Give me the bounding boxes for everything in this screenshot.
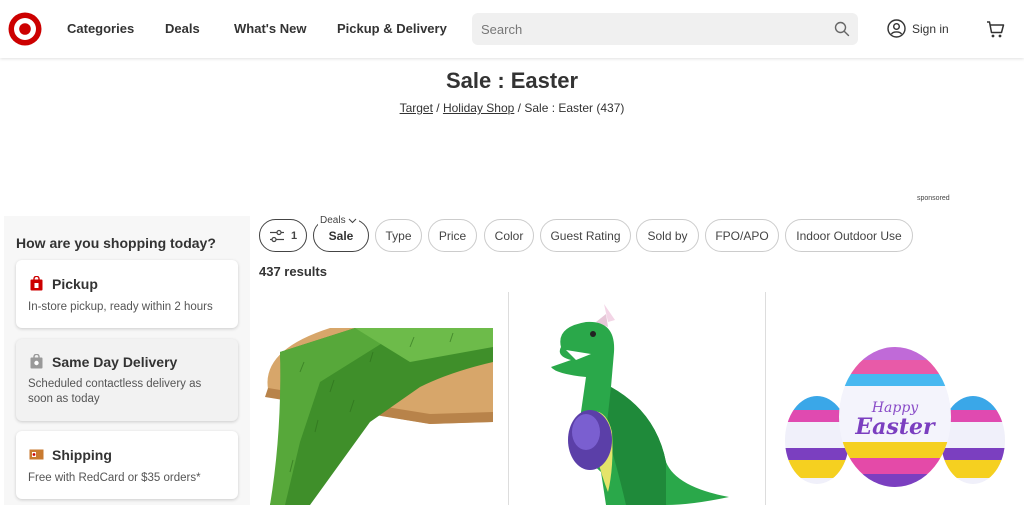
filter-sliders-icon	[269, 229, 284, 242]
page-title: Sale : Easter	[445, 68, 579, 93]
sale-chip-label: Sale	[328, 228, 354, 243]
breadcrumb-separator: /	[432, 101, 443, 115]
egg-easter-text: Easter	[854, 414, 936, 440]
search-input[interactable]	[472, 13, 822, 45]
pickup-description: In-store pickup, ready within 2 hours	[28, 301, 213, 313]
filter-count: 1	[290, 229, 298, 242]
breadcrumb-current: / Sale : Easter (437)	[514, 101, 625, 115]
nav-categories[interactable]: Categories	[67, 21, 134, 36]
nav-pickup-delivery[interactable]: Pickup & Delivery	[337, 21, 447, 36]
product-card-inflatable-easter-eggs[interactable]: Happy Easter	[775, 292, 1015, 505]
deals-filter-label: Deals	[318, 215, 359, 226]
sign-in-label: Sign in	[912, 21, 949, 36]
product-divider	[508, 292, 509, 505]
breadcrumb-holiday-shop-link[interactable]: Holiday Shop	[443, 101, 514, 115]
breadcrumb: Target / Holiday Shop / Sale : Easter (4…	[0, 101, 1024, 115]
product-card-inflatable-dinosaur[interactable]	[516, 292, 757, 505]
account-icon	[887, 19, 906, 38]
target-logo-icon[interactable]	[8, 12, 42, 46]
shipping-box-icon	[29, 449, 44, 460]
store-bag-icon	[30, 276, 43, 291]
sidebar-heading: How are you shopping today?	[16, 235, 216, 251]
same-day-delivery-option[interactable]: Same Day Delivery Scheduled contactless …	[16, 339, 238, 421]
product-card-grass-runner[interactable]	[260, 292, 500, 505]
chevron-down-icon	[348, 218, 356, 223]
deals-label-text: Deals	[320, 215, 346, 226]
same-day-delivery-description: Scheduled contactless delivery as soon a…	[28, 378, 202, 405]
search-icon[interactable]	[834, 21, 850, 37]
sign-in-button[interactable]: Sign in	[887, 19, 949, 38]
product-image-inflatable-easter-eggs[interactable]: Happy Easter	[775, 292, 1015, 505]
shipping-title: Shipping	[52, 447, 112, 463]
delivery-bag-icon	[30, 354, 43, 369]
search-bar	[472, 13, 858, 45]
filter-indoor-outdoor-use[interactable]: Indoor Outdoor Use	[785, 219, 913, 252]
product-image-grass-runner[interactable]	[260, 292, 500, 505]
nav-deals[interactable]: Deals	[165, 21, 200, 36]
filter-sold-by[interactable]: Sold by	[636, 219, 699, 252]
shopping-method-sidebar: How are you shopping today? Pickup In-st…	[4, 216, 250, 505]
pickup-title: Pickup	[52, 276, 98, 292]
pickup-option[interactable]: Pickup In-store pickup, ready within 2 h…	[16, 260, 238, 328]
filter-guest-rating[interactable]: Guest Rating	[540, 219, 631, 252]
shipping-description: Free with RedCard or $35 orders*	[28, 472, 201, 484]
filter-color[interactable]: Color	[484, 219, 534, 252]
same-day-delivery-title: Same Day Delivery	[52, 354, 178, 370]
filter-type[interactable]: Type	[375, 219, 422, 252]
all-filters-button[interactable]: 1	[259, 219, 307, 252]
product-divider	[765, 292, 766, 505]
nav-whats-new[interactable]: What's New	[234, 21, 306, 36]
top-header: Categories Deals What's New Pickup & Del…	[0, 0, 1024, 58]
breadcrumb-target-link[interactable]: Target	[400, 101, 433, 115]
shipping-option[interactable]: Shipping Free with RedCard or $35 orders…	[16, 431, 238, 499]
results-count: 437 results	[259, 264, 327, 279]
filter-fpo-apo[interactable]: FPO/APO	[705, 219, 779, 252]
filter-price[interactable]: Price	[428, 219, 477, 252]
cart-icon[interactable]	[986, 20, 1005, 39]
sponsored-label: sponsored	[917, 195, 950, 202]
product-image-inflatable-dinosaur[interactable]	[516, 292, 757, 505]
